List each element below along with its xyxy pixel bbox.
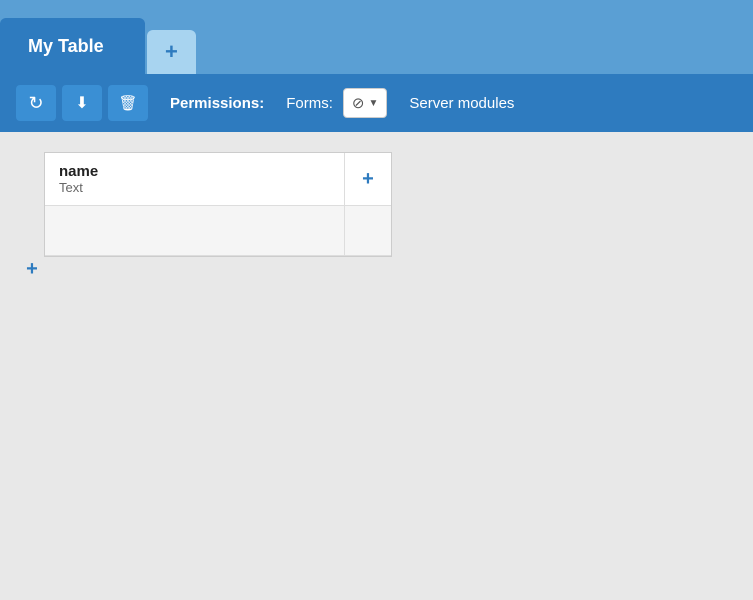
add-row-button[interactable]: + (20, 257, 44, 281)
table: name Text + (44, 152, 392, 257)
refresh-icon: ↻ (28, 93, 43, 114)
chevron-down-icon: ▼ (368, 98, 378, 109)
delete-button[interactable]: 🗑 (108, 85, 148, 121)
tab-add-button[interactable]: + (147, 30, 196, 74)
add-column-cell: + (345, 153, 391, 206)
data-cell-add (345, 206, 391, 256)
data-cell[interactable] (45, 206, 345, 256)
tab-add-icon: + (165, 39, 178, 65)
forms-dropdown[interactable]: ⊘ ▼ (343, 88, 387, 118)
column-header-row: name Text + (45, 153, 391, 206)
add-column-icon: + (362, 168, 374, 190)
trash-icon: 🗑 (118, 94, 137, 112)
refresh-button[interactable]: ↻ (16, 85, 56, 121)
add-column-button[interactable]: + (362, 168, 374, 191)
tab-bar: My Table + (0, 0, 753, 74)
add-row-icon: + (26, 258, 38, 281)
column-header-name[interactable]: name Text (45, 153, 345, 206)
forms-value-icon: ⊘ (352, 94, 365, 112)
permissions-label: Permissions: (170, 95, 264, 112)
table-area: name Text + (44, 152, 733, 580)
server-modules-label: Server modules (409, 95, 514, 112)
tab-my-table[interactable]: My Table (0, 18, 145, 74)
tab-my-table-label: My Table (28, 36, 104, 57)
column-type-label: Text (59, 180, 330, 195)
main-content: + name Text + (0, 132, 753, 600)
column-name-label: name (59, 163, 330, 180)
table-row (45, 206, 391, 256)
forms-label: Forms: (286, 95, 333, 112)
row-add-column: + (20, 152, 44, 580)
toolbar: ↻ ⬇ 🗑 Permissions: Forms: ⊘ ▼ Server mod… (0, 74, 753, 132)
download-icon: ⬇ (75, 93, 88, 113)
download-button[interactable]: ⬇ (62, 85, 102, 121)
